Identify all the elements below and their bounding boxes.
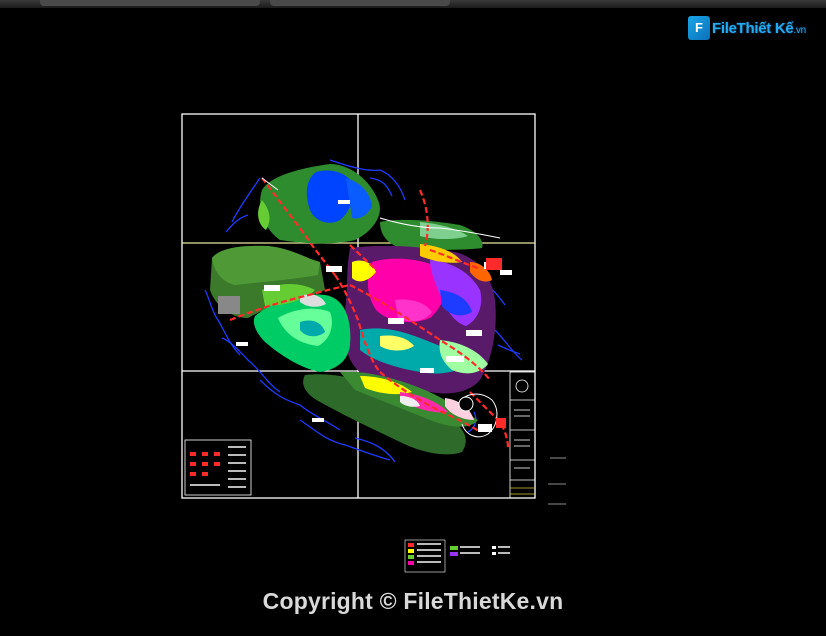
title-block-yellow-marks <box>510 487 535 495</box>
title-block <box>509 371 536 499</box>
land-use-legend <box>404 539 510 573</box>
legend-box <box>184 439 252 496</box>
logo-text: FileThiết Kế <box>712 20 794 37</box>
site-logo[interactable]: F FileThiết Kế.vn <box>688 14 806 42</box>
map-label-tag <box>446 356 464 362</box>
map-label-tag <box>326 266 342 272</box>
map-label-tag <box>478 424 492 432</box>
map-label-tag <box>500 270 512 275</box>
copyright-watermark: Copyright © FileThietKe.vn <box>262 588 564 614</box>
dimension-marks <box>548 457 566 505</box>
zone-industrial <box>218 296 240 314</box>
north-arrow <box>515 379 529 393</box>
map-label-tag <box>338 200 350 204</box>
map-label-tag <box>236 342 248 346</box>
logo-icon: F <box>688 16 710 40</box>
map-label-tag <box>420 368 434 373</box>
map-label-tag <box>312 418 324 422</box>
map-label-tag <box>388 318 404 324</box>
interchange-marker <box>496 418 506 428</box>
cad-drawing-canvas[interactable] <box>0 0 826 636</box>
lake <box>458 396 474 412</box>
interchange-marker <box>486 258 502 270</box>
logo-suffix: .vn <box>793 25 806 36</box>
map-label-tag <box>264 285 280 291</box>
map-label-tag <box>466 330 482 336</box>
